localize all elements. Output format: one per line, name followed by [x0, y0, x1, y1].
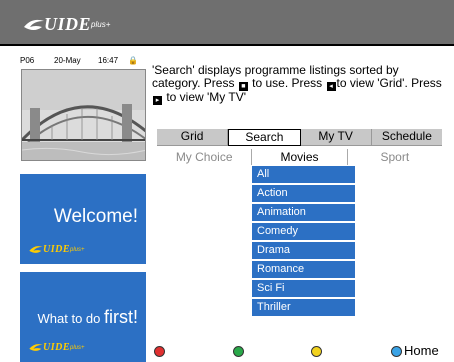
what-to-do-big: first!: [104, 307, 138, 327]
header-bar: UIDE plus+: [0, 0, 454, 46]
guideplus-logo: UIDE plus+: [22, 14, 110, 35]
time-text: 16:47: [98, 56, 119, 65]
genre-item-comedy[interactable]: Comedy: [252, 223, 355, 242]
harbour-bridge-image: [22, 70, 145, 160]
channel-info: P06 20-May 16:47 🔒: [20, 56, 146, 68]
genre-item-action[interactable]: Action: [252, 185, 355, 204]
genre-item-drama[interactable]: Drama: [252, 242, 355, 261]
genre-list: All Action Animation Comedy Drama Romanc…: [252, 166, 355, 318]
what-to-do-pre: What to do: [37, 311, 104, 326]
welcome-panel[interactable]: Welcome! UIDE plus+: [20, 174, 146, 264]
instructions-text: 'Search' displays programme listings sor…: [152, 64, 442, 105]
guideplus-swoosh-icon: [29, 246, 43, 253]
guideplus-swoosh-icon: [24, 19, 44, 30]
left-arrow-icon: ◂: [326, 82, 336, 91]
channel-code: P06: [20, 56, 35, 65]
home-label[interactable]: Home: [404, 343, 439, 358]
genre-item-animation[interactable]: Animation: [252, 204, 355, 223]
tv-preview: [21, 69, 146, 161]
tab-schedule[interactable]: Schedule: [372, 129, 442, 145]
red-button-icon[interactable]: [154, 346, 165, 357]
tab-my-tv[interactable]: My TV: [301, 129, 372, 145]
logo-text: UIDE: [44, 14, 92, 34]
what-to-do-text: What to do first!: [38, 307, 138, 328]
welcome-text: Welcome!: [53, 206, 138, 227]
date-text: 20-May: [54, 56, 81, 65]
category-sport[interactable]: Sport: [348, 149, 442, 165]
promo-logo-text: UIDE: [43, 244, 71, 255]
genre-item-all[interactable]: All: [252, 166, 355, 185]
promo-logo: UIDE plus+: [28, 244, 85, 255]
blue-button-icon[interactable]: [391, 346, 402, 357]
category-movies[interactable]: Movies: [251, 149, 348, 165]
category-bar: My Choice Movies Sport: [157, 149, 442, 165]
green-button-icon[interactable]: [233, 346, 244, 357]
logo-plus: plus+: [91, 20, 111, 29]
right-arrow-icon: ▸: [153, 96, 162, 105]
tab-search[interactable]: Search: [228, 129, 301, 146]
lock-icon: 🔒: [128, 56, 138, 65]
yellow-button-icon[interactable]: [311, 346, 322, 357]
category-my-choice[interactable]: My Choice: [157, 149, 251, 165]
instr-part2: to use. Press: [248, 76, 326, 90]
tab-grid[interactable]: Grid: [157, 129, 229, 145]
tab-bar: Grid Search My TV Schedule: [157, 129, 442, 146]
instr-part4: to view 'My TV': [163, 90, 247, 104]
instr-part3: to view 'Grid'. Press: [336, 76, 442, 90]
genre-item-romance[interactable]: Romance: [252, 261, 355, 280]
genre-item-sci-fi[interactable]: Sci Fi: [252, 280, 355, 299]
promo-logo-plus: plus+: [70, 246, 85, 253]
genre-item-thriller[interactable]: Thriller: [252, 299, 355, 318]
color-key-bar: Home: [0, 340, 454, 362]
